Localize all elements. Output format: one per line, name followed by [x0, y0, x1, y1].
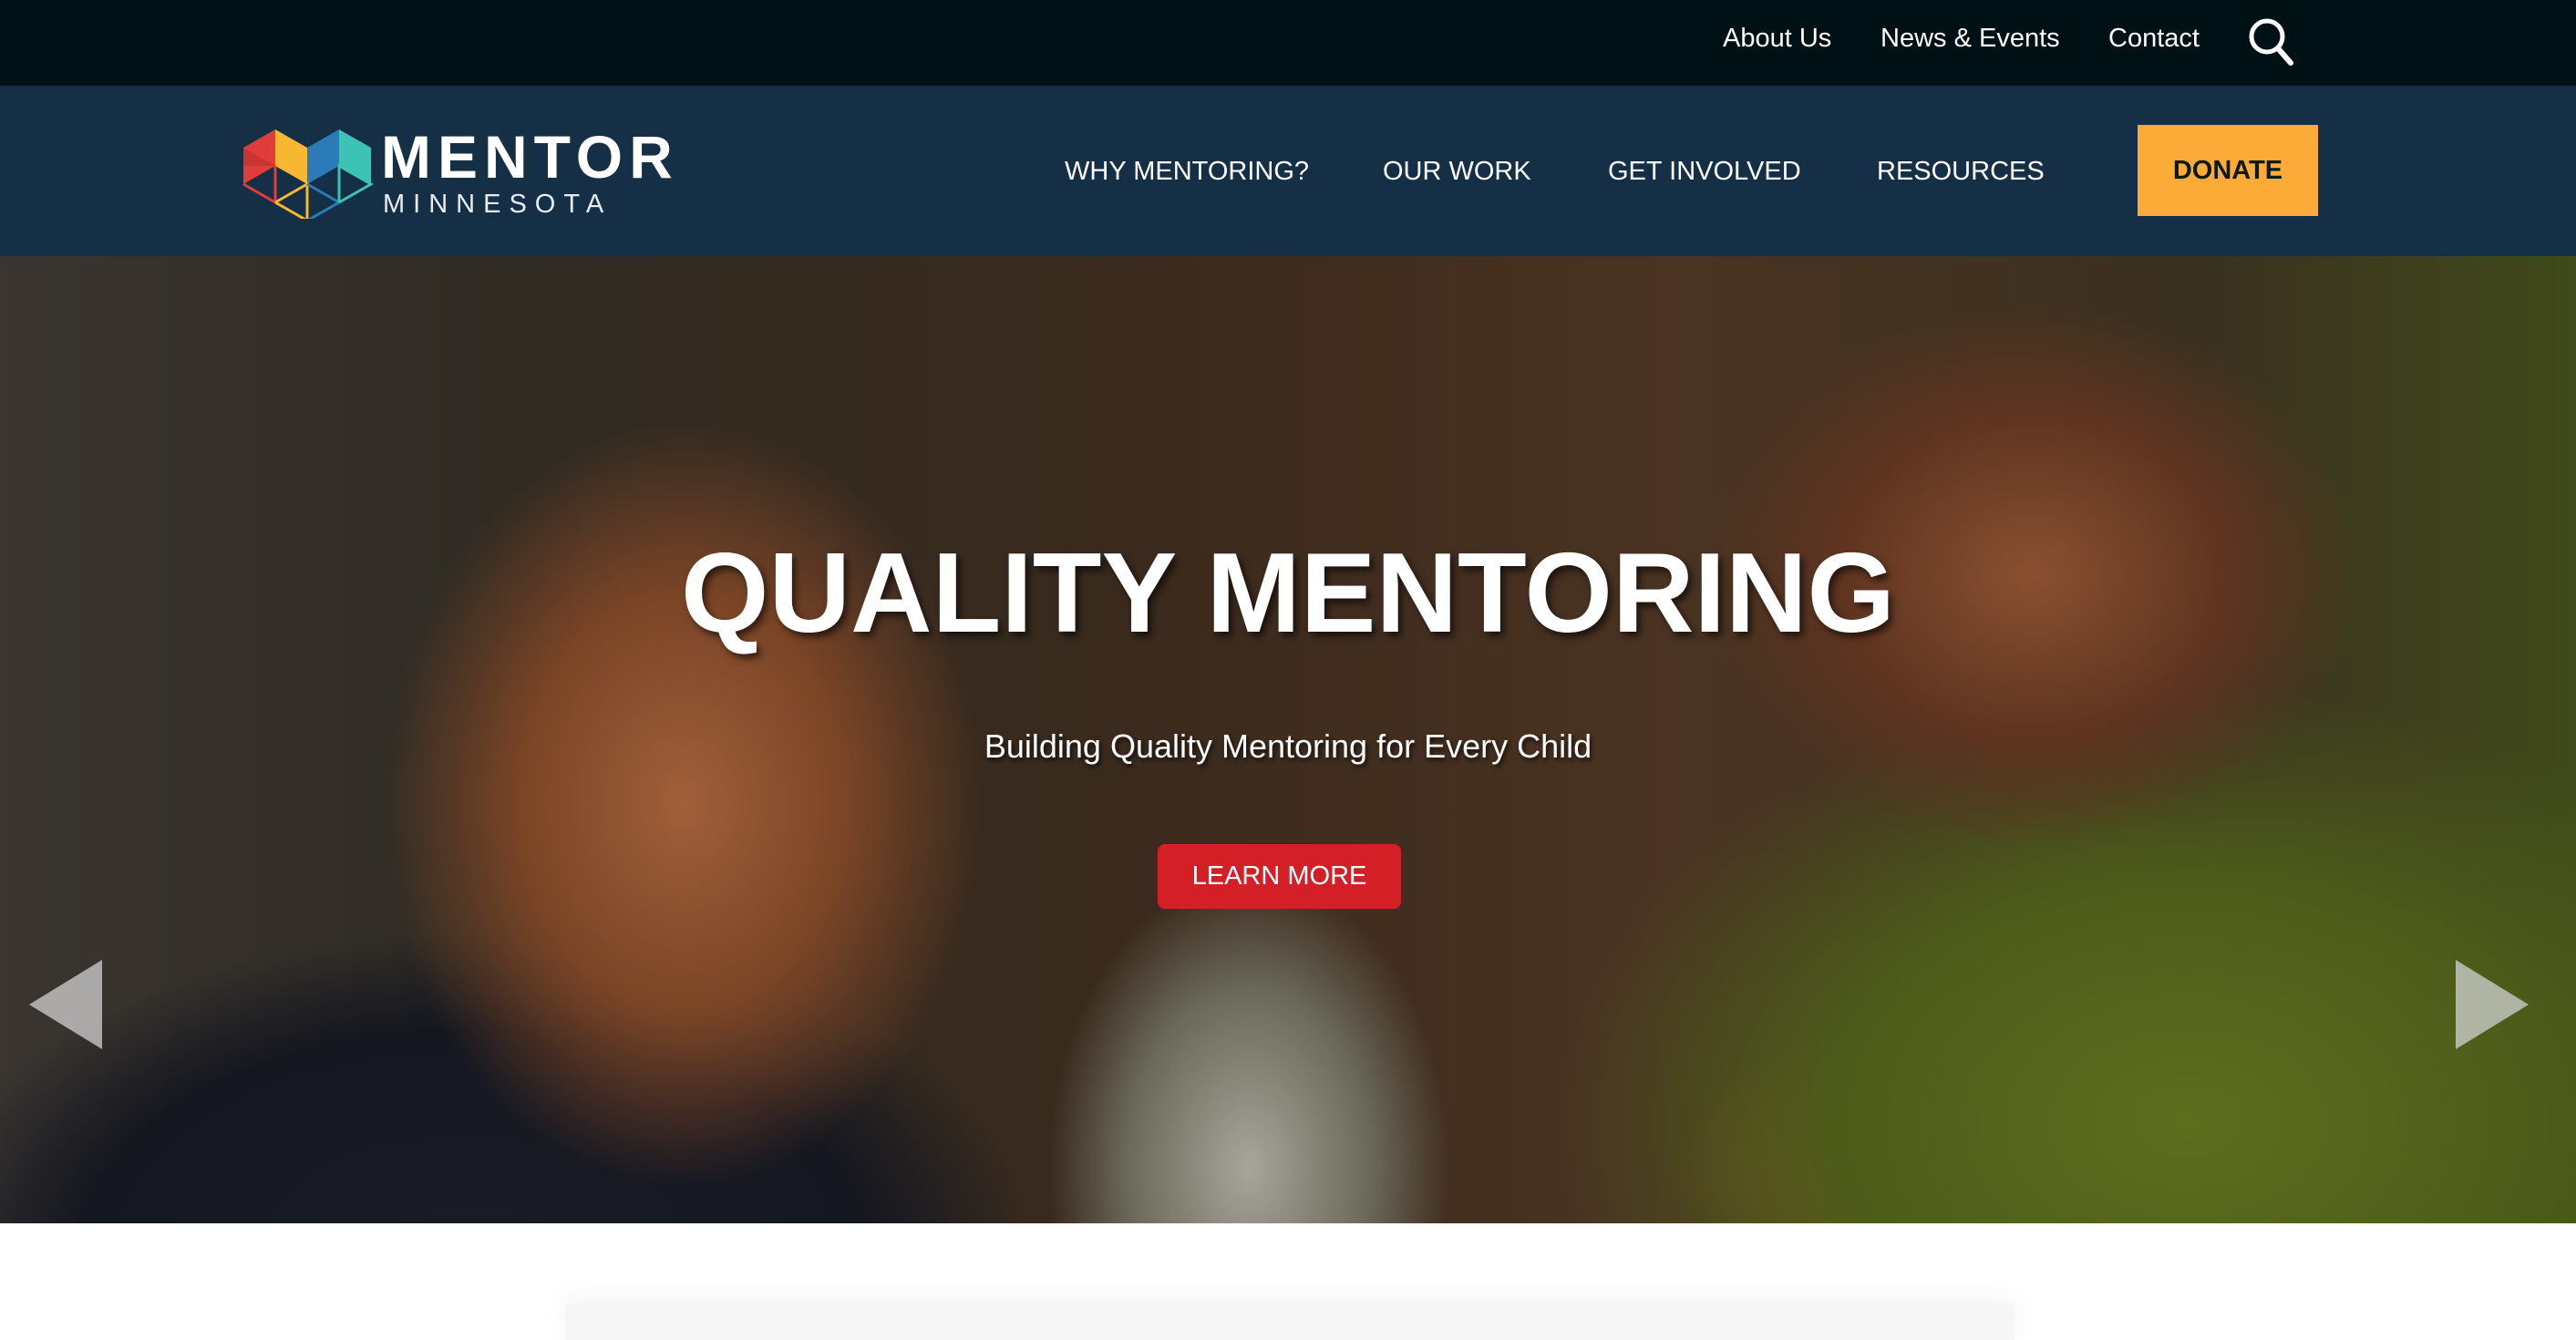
mentor-logo-icon[interactable] [239, 120, 385, 219]
utility-link-contact[interactable]: Contact [2108, 24, 2200, 54]
learn-more-button[interactable]: LEARN MORE [1158, 844, 1401, 909]
triangle-right-icon[interactable] [2456, 960, 2529, 1049]
triangle-left-icon[interactable] [29, 960, 102, 1049]
logo-subtitle: MINNESOTA [383, 190, 613, 219]
nav-get-involved[interactable]: GET INVOLVED [1608, 157, 1801, 187]
content-card [565, 1304, 2014, 1340]
logo-wordmark[interactable]: MENTOR [381, 122, 679, 191]
utility-bar: About Us News & Events Contact [0, 0, 2576, 86]
utility-link-news-events[interactable]: News & Events [1880, 24, 2060, 54]
search-icon[interactable] [2244, 15, 2299, 69]
hero-subtitle: Building Quality Mentoring for Every Chi… [984, 727, 1592, 765]
utility-link-about-us[interactable]: About Us [1723, 24, 1831, 54]
nav-our-work[interactable]: OUR WORK [1383, 157, 1531, 187]
donate-button[interactable]: DONATE [2138, 125, 2318, 216]
hero-title: QUALITY MENTORING [681, 531, 1895, 656]
nav-why-mentoring[interactable]: WHY MENTORING? [1065, 157, 1309, 187]
nav-resources[interactable]: RESOURCES [1877, 157, 2045, 187]
